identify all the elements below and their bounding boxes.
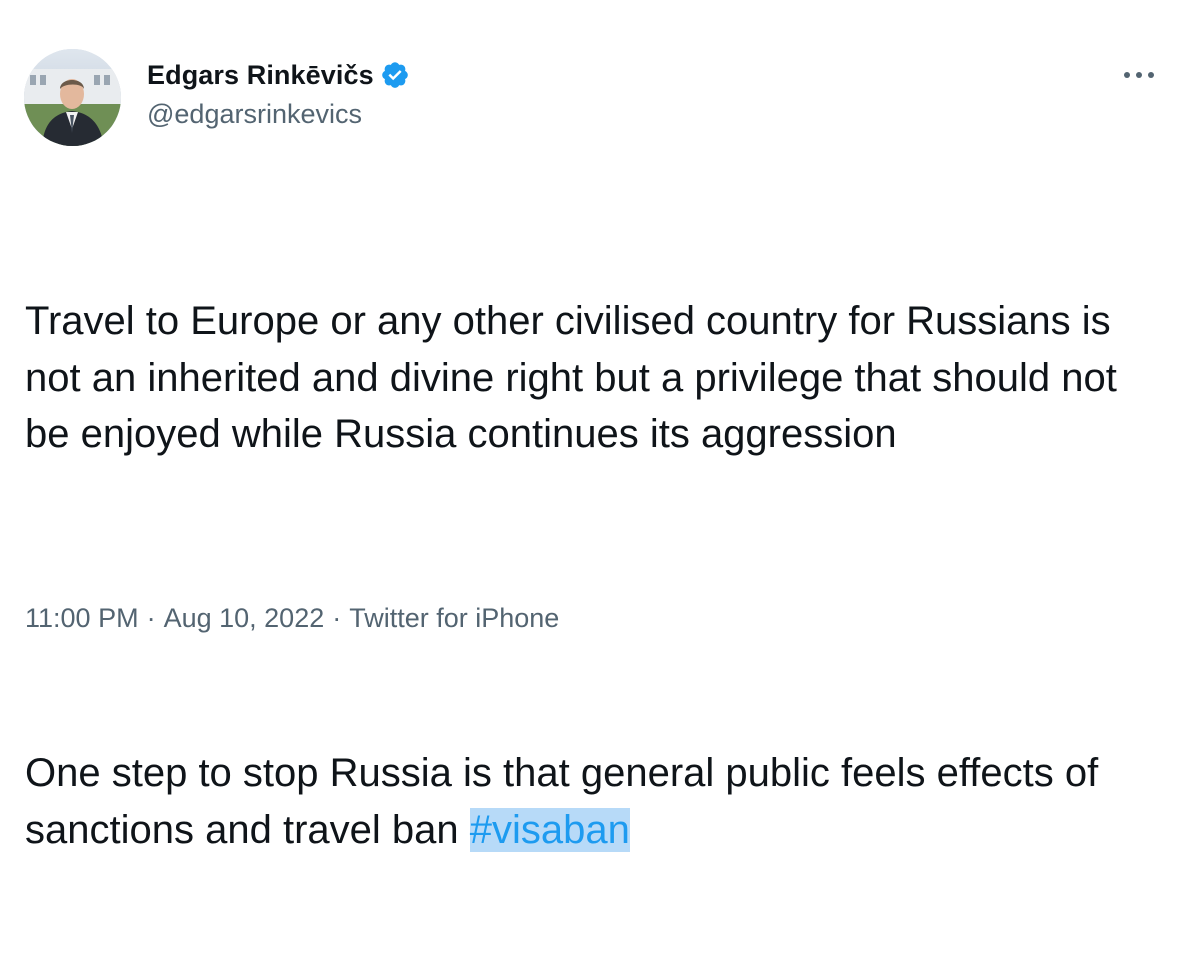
author-block: Edgars Rinkēvičs @edgarsrinkevics <box>147 57 410 130</box>
avatar[interactable] <box>24 49 121 146</box>
more-options-button[interactable] <box>1118 60 1160 90</box>
user-handle[interactable]: @edgarsrinkevics <box>147 99 410 130</box>
tweet-source[interactable]: Twitter for iPhone <box>349 603 559 633</box>
profile-photo <box>24 49 121 146</box>
tweet-time[interactable]: 11:00 PM <box>25 603 139 633</box>
meta-separator: · <box>332 603 342 633</box>
tweet-card: Edgars Rinkēvičs @edgarsrinkevics Travel… <box>0 0 1179 852</box>
tweet-meta: 11:00 PM · Aug 10, 2022 · Twitter for iPhone <box>25 603 559 634</box>
tweet-date[interactable]: Aug 10, 2022 <box>164 603 325 633</box>
display-name[interactable]: Edgars Rinkēvičs <box>147 60 374 91</box>
tweet-paragraph-2: One step to stop Russia is that general … <box>25 745 1145 858</box>
name-row: Edgars Rinkēvičs <box>147 57 410 93</box>
meta-separator: · <box>146 603 156 633</box>
verified-badge-icon <box>380 60 410 90</box>
tweet-text: Travel to Europe or any other civilised … <box>25 180 1145 971</box>
more-horizontal-icon <box>1124 72 1154 78</box>
hashtag-link[interactable]: #visaban <box>469 807 630 852</box>
tweet-paragraph-1: Travel to Europe or any other civilised … <box>25 299 1128 456</box>
